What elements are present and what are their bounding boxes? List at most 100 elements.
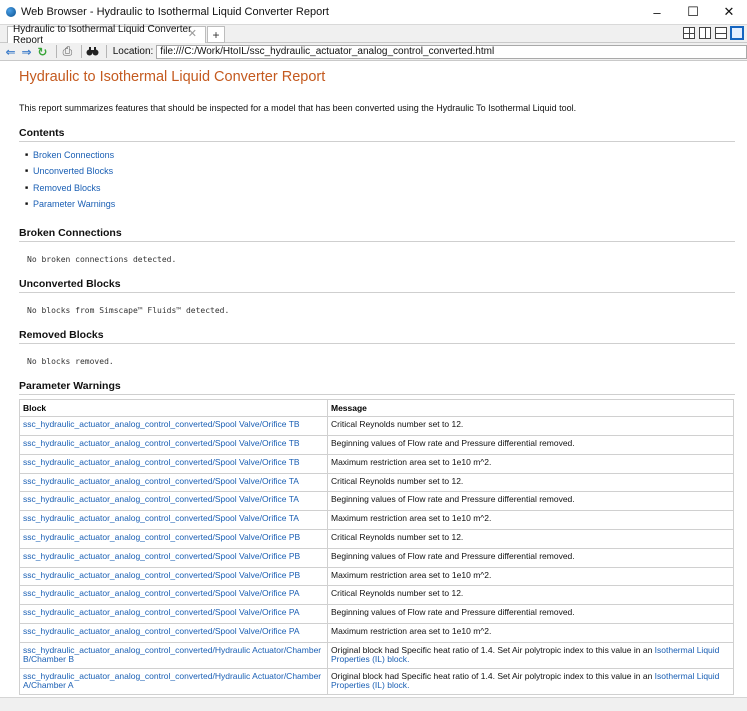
vertical-split-icon[interactable] bbox=[699, 27, 711, 39]
toolbar-separator bbox=[105, 45, 107, 58]
tab-close-icon[interactable]: ✕ bbox=[188, 27, 197, 40]
message-text: Original block had Specific heat ratio o… bbox=[331, 644, 655, 655]
message-text: Maximum restriction area set to 1e10 m^2… bbox=[331, 513, 492, 524]
block-link[interactable]: ssc_hydraulic_actuator_analog_control_co… bbox=[19, 416, 328, 436]
message-suffix: . bbox=[407, 654, 410, 665]
contents-heading: Contents bbox=[19, 127, 735, 142]
block-link[interactable]: ssc_hydraulic_actuator_analog_control_co… bbox=[19, 510, 328, 530]
message-text: Maximum restriction area set to 1e10 m^2… bbox=[331, 625, 492, 636]
table-row: ssc_hydraulic_actuator_analog_control_co… bbox=[19, 416, 734, 436]
message-text: Beginning values of Flow rate and Pressu… bbox=[331, 607, 575, 618]
location-label: Location: bbox=[112, 46, 154, 57]
message-cell: Maximum restriction area set to 1e10 m^2… bbox=[327, 453, 734, 474]
table-body: ssc_hydraulic_actuator_analog_control_co… bbox=[19, 416, 734, 695]
table-row: ssc_hydraulic_actuator_analog_control_co… bbox=[19, 622, 734, 643]
table-row: ssc_hydraulic_actuator_analog_control_co… bbox=[19, 585, 734, 606]
window-controls: – ☐ ✕ bbox=[639, 0, 747, 24]
column-header-message: Message bbox=[327, 399, 734, 418]
message-suffix: . bbox=[407, 680, 410, 691]
message-cell: Original block had Specific heat ratio o… bbox=[327, 641, 734, 669]
browser-globe-icon bbox=[6, 7, 16, 17]
report-content: Hydraulic to Isothermal Liquid Converter… bbox=[0, 62, 747, 697]
block-link[interactable]: ssc_hydraulic_actuator_analog_control_co… bbox=[19, 604, 328, 624]
block-link[interactable]: ssc_hydraulic_actuator_analog_control_co… bbox=[19, 528, 328, 549]
toc-link-removed-blocks[interactable]: Removed Blocks bbox=[25, 181, 747, 197]
toc-link-parameter-warnings[interactable]: Parameter Warnings bbox=[25, 197, 747, 213]
tab-bar: Hydraulic to Isothermal Liquid Converter… bbox=[0, 24, 747, 46]
table-row: ssc_hydraulic_actuator_analog_control_co… bbox=[19, 604, 734, 624]
removed-blocks-text: No blocks removed. bbox=[27, 357, 114, 367]
table-row: ssc_hydraulic_actuator_analog_control_co… bbox=[19, 667, 734, 695]
print-icon[interactable]: ⎙ bbox=[61, 44, 74, 59]
back-arrow-icon[interactable]: ⇐ bbox=[4, 45, 17, 59]
toc-link-broken-connections[interactable]: Broken Connections bbox=[25, 148, 747, 164]
message-cell: Beginning values of Flow rate and Pressu… bbox=[327, 604, 734, 624]
layout-switcher bbox=[683, 26, 744, 40]
message-cell: Critical Reynolds number set to 12. bbox=[327, 472, 734, 493]
message-cell: Beginning values of Flow rate and Pressu… bbox=[327, 547, 734, 568]
report-intro: This report summarizes features that sho… bbox=[19, 103, 577, 113]
window-title: Web Browser - Hydraulic to Isothermal Li… bbox=[21, 6, 329, 18]
message-cell: Critical Reynolds number set to 12. bbox=[327, 528, 734, 549]
block-link[interactable]: ssc_hydraulic_actuator_analog_control_co… bbox=[19, 472, 328, 493]
message-cell: Maximum restriction area set to 1e10 m^2… bbox=[327, 622, 734, 643]
status-bar bbox=[0, 697, 747, 711]
table-row: ssc_hydraulic_actuator_analog_control_co… bbox=[19, 566, 734, 587]
message-text: Beginning values of Flow rate and Pressu… bbox=[331, 550, 575, 561]
block-link[interactable]: ssc_hydraulic_actuator_analog_control_co… bbox=[19, 585, 328, 606]
new-tab-button[interactable]: + bbox=[207, 26, 225, 43]
message-text: Critical Reynolds number set to 12. bbox=[331, 475, 464, 486]
message-cell: Beginning values of Flow rate and Pressu… bbox=[327, 434, 734, 455]
block-link[interactable]: ssc_hydraulic_actuator_analog_control_co… bbox=[19, 641, 328, 669]
message-text: Critical Reynolds number set to 12. bbox=[331, 419, 464, 430]
table-row: ssc_hydraulic_actuator_analog_control_co… bbox=[19, 472, 734, 493]
block-link[interactable]: ssc_hydraulic_actuator_analog_control_co… bbox=[19, 453, 328, 474]
table-row: ssc_hydraulic_actuator_analog_control_co… bbox=[19, 641, 734, 669]
horizontal-split-icon[interactable] bbox=[715, 27, 727, 39]
table-row: ssc_hydraulic_actuator_analog_control_co… bbox=[19, 547, 734, 568]
parameter-warnings-heading: Parameter Warnings bbox=[19, 380, 735, 396]
grid-layout-icon[interactable] bbox=[683, 27, 695, 39]
minimize-button[interactable]: – bbox=[639, 0, 675, 24]
location-input[interactable]: file:///C:/Work/HtoIL/ssc_hydraulic_actu… bbox=[156, 44, 747, 59]
tab-report[interactable]: Hydraulic to Isothermal Liquid Converter… bbox=[7, 24, 206, 46]
refresh-icon[interactable]: ↻ bbox=[36, 45, 49, 59]
maximize-button[interactable]: ☐ bbox=[675, 0, 711, 24]
find-icon[interactable] bbox=[86, 45, 99, 59]
close-button[interactable]: ✕ bbox=[711, 0, 747, 24]
single-pane-icon[interactable] bbox=[730, 26, 744, 40]
toolbar-separator bbox=[55, 45, 57, 58]
title-bar: Web Browser - Hydraulic to Isothermal Li… bbox=[0, 0, 747, 24]
toc-link-unconverted-blocks[interactable]: Unconverted Blocks bbox=[25, 164, 747, 180]
block-link[interactable]: ssc_hydraulic_actuator_analog_control_co… bbox=[19, 667, 328, 695]
forward-arrow-icon[interactable]: ⇒ bbox=[20, 45, 33, 59]
page-title: Hydraulic to Isothermal Liquid Converter… bbox=[19, 69, 326, 85]
message-cell: Maximum restriction area set to 1e10 m^2… bbox=[327, 566, 734, 587]
table-of-contents: Broken Connections Unconverted Blocks Re… bbox=[25, 148, 747, 213]
message-text: Maximum restriction area set to 1e10 m^2… bbox=[331, 569, 492, 580]
message-text: Beginning values of Flow rate and Pressu… bbox=[331, 494, 575, 505]
parameter-warnings-table: Block Message ssc_hydraulic_actuator_ana… bbox=[19, 399, 734, 695]
message-cell: Maximum restriction area set to 1e10 m^2… bbox=[327, 510, 734, 530]
broken-connections-text: No broken connections detected. bbox=[27, 255, 177, 265]
table-row: ssc_hydraulic_actuator_analog_control_co… bbox=[19, 434, 734, 455]
block-link[interactable]: ssc_hydraulic_actuator_analog_control_co… bbox=[19, 491, 328, 512]
message-cell: Original block had Specific heat ratio o… bbox=[327, 667, 734, 695]
message-cell: Critical Reynolds number set to 12. bbox=[327, 585, 734, 606]
block-link[interactable]: ssc_hydraulic_actuator_analog_control_co… bbox=[19, 547, 328, 568]
block-link[interactable]: ssc_hydraulic_actuator_analog_control_co… bbox=[19, 566, 328, 587]
message-text: Critical Reynolds number set to 12. bbox=[331, 531, 464, 542]
message-cell: Critical Reynolds number set to 12. bbox=[327, 416, 734, 436]
message-cell: Beginning values of Flow rate and Pressu… bbox=[327, 491, 734, 512]
block-link[interactable]: ssc_hydraulic_actuator_analog_control_co… bbox=[19, 622, 328, 643]
message-text: Critical Reynolds number set to 12. bbox=[331, 588, 464, 599]
column-header-block: Block bbox=[19, 399, 328, 418]
table-row: ssc_hydraulic_actuator_analog_control_co… bbox=[19, 491, 734, 512]
block-link[interactable]: ssc_hydraulic_actuator_analog_control_co… bbox=[19, 434, 328, 455]
toolbar: ⇐ ⇒ ↻ ⎙ Location: file:///C:/Work/HtoIL/… bbox=[0, 43, 747, 61]
removed-blocks-heading: Removed Blocks bbox=[19, 329, 735, 345]
message-text: Maximum restriction area set to 1e10 m^2… bbox=[331, 456, 492, 467]
table-row: ssc_hydraulic_actuator_analog_control_co… bbox=[19, 453, 734, 474]
table-row: ssc_hydraulic_actuator_analog_control_co… bbox=[19, 528, 734, 549]
unconverted-blocks-text: No blocks from Simscape™ Fluids™ detecte… bbox=[27, 306, 230, 316]
